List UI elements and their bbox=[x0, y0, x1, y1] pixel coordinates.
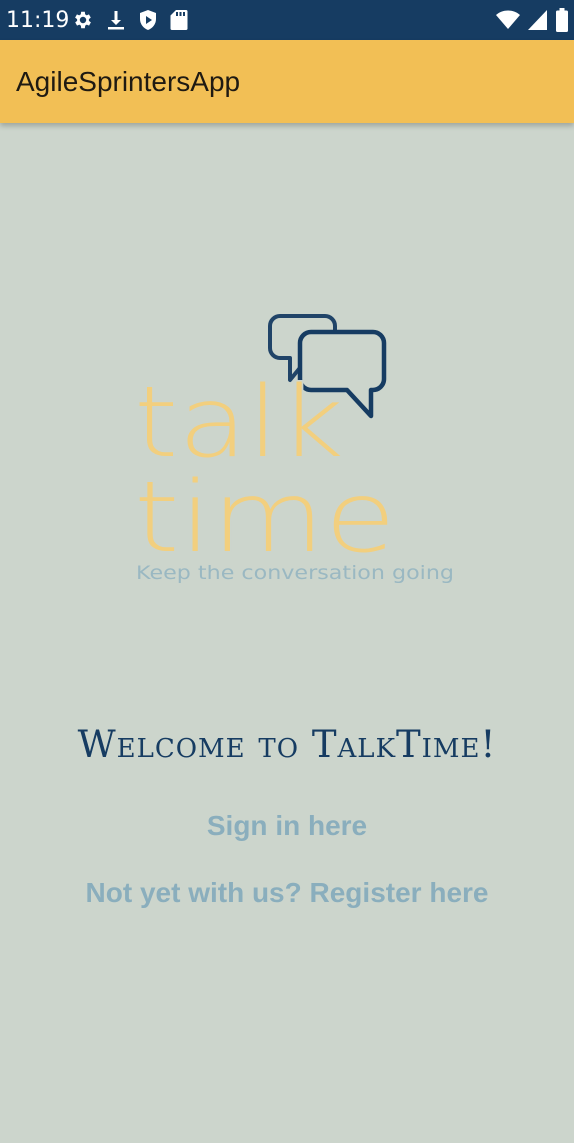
logo-line2: time bbox=[134, 461, 396, 575]
sign-in-link[interactable]: Sign in here bbox=[0, 809, 574, 843]
talktime-logo: talk time Keep the conversation going bbox=[130, 308, 470, 598]
signal-icon bbox=[528, 9, 548, 31]
screen: 11:19 AgileSprintersApp talk time Keep t… bbox=[0, 0, 574, 1143]
status-bar: 11:19 bbox=[0, 0, 574, 40]
download-icon bbox=[106, 9, 126, 31]
status-icons-right bbox=[496, 8, 568, 32]
status-time: 11:19 bbox=[6, 8, 70, 33]
logo-tagline: Keep the conversation going bbox=[136, 562, 454, 584]
wifi-icon bbox=[496, 9, 520, 31]
register-link[interactable]: Not yet with us? Register here bbox=[0, 876, 574, 910]
gear-icon bbox=[72, 9, 94, 31]
welcome-heading: Welcome to TalkTime! bbox=[77, 723, 497, 766]
shield-play-icon bbox=[138, 9, 158, 31]
battery-icon bbox=[556, 8, 568, 32]
app-title: AgileSprintersApp bbox=[16, 66, 241, 97]
app-bar: AgileSprintersApp bbox=[0, 40, 574, 123]
status-icons-left bbox=[72, 9, 188, 31]
sd-card-icon bbox=[170, 9, 188, 31]
